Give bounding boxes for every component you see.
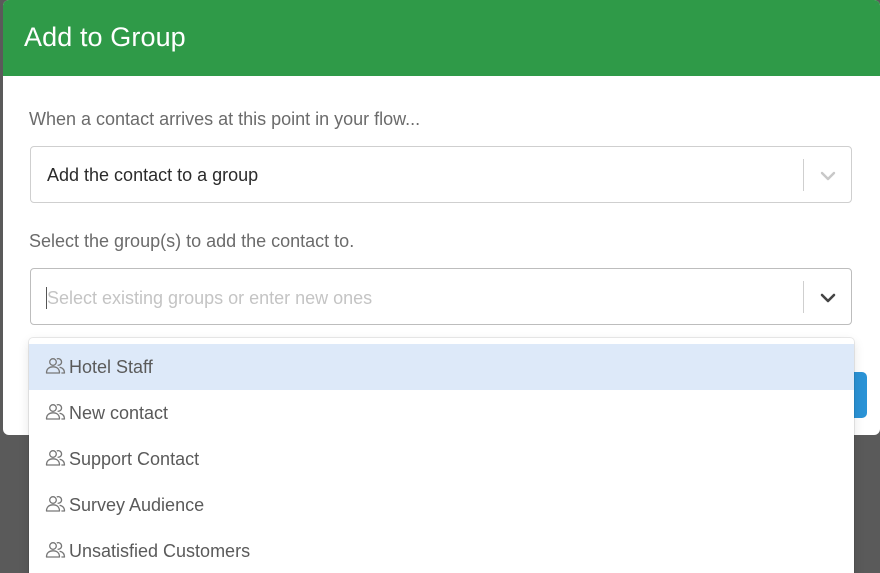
dialog-title: Add to Group xyxy=(24,22,186,52)
menu-option-label: Unsatisfied Customers xyxy=(69,541,251,561)
group-icon xyxy=(45,542,66,558)
select-separator xyxy=(803,281,804,313)
group-icon xyxy=(45,404,66,420)
group-icon xyxy=(45,496,66,512)
group-select[interactable]: Select existing groups or enter new ones xyxy=(30,268,852,325)
menu-option-hotel-staff[interactable]: Hotel Staff xyxy=(29,344,854,390)
menu-option-survey-audience[interactable]: Survey Audience xyxy=(29,482,854,528)
menu-option-new-contact[interactable]: New contact xyxy=(29,390,854,436)
group-options-menu: Hotel Staff New contact Support Contact … xyxy=(29,338,854,573)
select-separator xyxy=(803,159,804,191)
action-select-value: Add the contact to a group xyxy=(47,165,259,185)
chevron-down-icon[interactable] xyxy=(817,287,839,309)
menu-option-label: Hotel Staff xyxy=(69,357,153,377)
group-icon xyxy=(45,358,66,374)
menu-option-label: Support Contact xyxy=(69,449,200,469)
groups-prompt: Select the group(s) to add the contact t… xyxy=(29,231,355,251)
group-icon xyxy=(45,450,66,466)
action-prompt: When a contact arrives at this point in … xyxy=(29,109,421,129)
dialog-header: Add to Group xyxy=(3,0,880,76)
menu-option-label: Survey Audience xyxy=(69,495,205,515)
menu-option-label: New contact xyxy=(69,403,169,423)
menu-option-unsatisfied-customers[interactable]: Unsatisfied Customers xyxy=(29,528,854,573)
menu-option-support-contact[interactable]: Support Contact xyxy=(29,436,854,482)
group-search-input[interactable]: Select existing groups or enter new ones xyxy=(47,287,372,309)
chevron-down-icon[interactable] xyxy=(817,165,839,187)
action-select[interactable]: Add the contact to a group xyxy=(30,146,852,203)
